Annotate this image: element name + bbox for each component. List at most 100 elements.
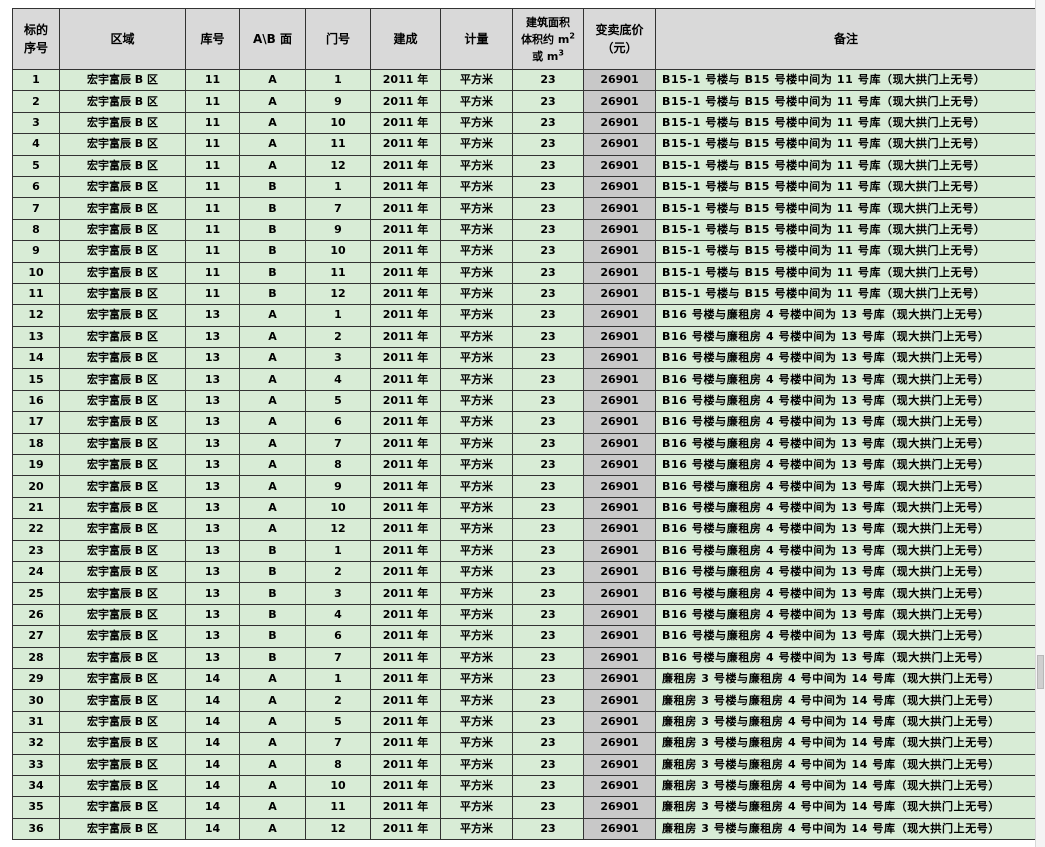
cell-price[interactable]: 26901 [583,753,656,776]
cell-size[interactable]: 23 [512,133,584,156]
cell-size[interactable]: 23 [512,475,584,498]
cell-built[interactable]: 2011 年 [370,732,441,755]
cell-price[interactable]: 26901 [583,774,656,798]
cell-side[interactable]: B [239,582,306,605]
cell-size[interactable]: 23 [512,68,584,92]
cell-unit[interactable]: 平方米 [440,774,513,798]
cell-door[interactable]: 11 [305,261,371,284]
cell-seq[interactable]: 13 [12,325,60,349]
cell-area[interactable]: 宏宇富辰 B 区 [59,560,186,584]
cell-price[interactable]: 26901 [583,689,656,712]
cell-door[interactable]: 3 [305,347,371,370]
cell-lot[interactable]: 13 [185,518,240,541]
header-lot[interactable]: 库号 [185,8,240,70]
cell-seq[interactable]: 29 [12,667,60,691]
cell-unit[interactable]: 平方米 [440,753,513,776]
cell-door[interactable]: 12 [305,282,371,306]
cell-note[interactable]: 廉租房 3 号楼与廉租房 4 号中间为 14 号库（现大拱门上无号） [655,667,1037,691]
cell-unit[interactable]: 平方米 [440,389,513,413]
cell-area[interactable]: 宏宇富辰 B 区 [59,454,186,477]
cell-unit[interactable]: 平方米 [440,240,513,263]
cell-size[interactable]: 23 [512,218,584,242]
cell-note[interactable]: B15-1 号楼与 B15 号楼中间为 11 号库（现大拱门上无号） [655,68,1037,92]
cell-area[interactable]: 宏宇富辰 B 区 [59,175,186,199]
cell-seq[interactable]: 33 [12,753,60,776]
cell-note[interactable]: 廉租房 3 号楼与廉租房 4 号中间为 14 号库（现大拱门上无号） [655,753,1037,776]
cell-built[interactable]: 2011 年 [370,689,441,712]
cell-unit[interactable]: 平方米 [440,518,513,541]
cell-unit[interactable]: 平方米 [440,282,513,306]
cell-built[interactable]: 2011 年 [370,411,441,434]
cell-side[interactable]: A [239,753,306,776]
cell-unit[interactable]: 平方米 [440,154,513,177]
cell-lot[interactable]: 14 [185,817,240,841]
cell-seq[interactable]: 21 [12,496,60,520]
cell-price[interactable]: 26901 [583,133,656,156]
cell-seq[interactable]: 30 [12,689,60,712]
vertical-scrollbar[interactable] [1035,0,1045,847]
cell-price[interactable]: 26901 [583,304,656,327]
cell-note[interactable]: B16 号楼与廉租房 4 号楼中间为 13 号库（现大拱门上无号） [655,347,1037,370]
cell-side[interactable]: A [239,817,306,841]
cell-lot[interactable]: 11 [185,197,240,220]
cell-built[interactable]: 2011 年 [370,582,441,605]
cell-note[interactable]: B16 号楼与廉租房 4 号楼中间为 13 号库（现大拱门上无号） [655,539,1037,562]
cell-door[interactable]: 9 [305,475,371,498]
cell-note[interactable]: B15-1 号楼与 B15 号楼中间为 11 号库（现大拱门上无号） [655,240,1037,263]
cell-lot[interactable]: 14 [185,667,240,691]
cell-size[interactable]: 23 [512,454,584,477]
cell-door[interactable]: 1 [305,539,371,562]
cell-size[interactable]: 23 [512,603,584,627]
cell-unit[interactable]: 平方米 [440,368,513,391]
cell-size[interactable]: 23 [512,240,584,263]
cell-size[interactable]: 23 [512,625,584,648]
header-built[interactable]: 建成 [370,8,441,70]
cell-door[interactable]: 7 [305,197,371,220]
cell-price[interactable]: 26901 [583,625,656,648]
cell-note[interactable]: 廉租房 3 号楼与廉租房 4 号中间为 14 号库（现大拱门上无号） [655,774,1037,798]
cell-price[interactable]: 26901 [583,667,656,691]
cell-lot[interactable]: 13 [185,625,240,648]
cell-area[interactable]: 宏宇富辰 B 区 [59,689,186,712]
cell-lot[interactable]: 14 [185,774,240,798]
cell-note[interactable]: B16 号楼与廉租房 4 号楼中间为 13 号库（现大拱门上无号） [655,432,1037,456]
cell-lot[interactable]: 13 [185,368,240,391]
cell-price[interactable]: 26901 [583,90,656,113]
cell-unit[interactable]: 平方米 [440,325,513,349]
cell-lot[interactable]: 13 [185,389,240,413]
cell-door[interactable]: 6 [305,411,371,434]
cell-lot[interactable]: 13 [185,646,240,669]
cell-area[interactable]: 宏宇富辰 B 区 [59,261,186,284]
cell-size[interactable]: 23 [512,411,584,434]
cell-size[interactable]: 23 [512,817,584,841]
cell-note[interactable]: B15-1 号楼与 B15 号楼中间为 11 号库（现大拱门上无号） [655,261,1037,284]
cell-size[interactable]: 23 [512,732,584,755]
cell-note[interactable]: B15-1 号楼与 B15 号楼中间为 11 号库（现大拱门上无号） [655,154,1037,177]
cell-side[interactable]: A [239,68,306,92]
cell-area[interactable]: 宏宇富辰 B 区 [59,603,186,627]
cell-door[interactable]: 10 [305,774,371,798]
cell-seq[interactable]: 2 [12,90,60,113]
cell-area[interactable]: 宏宇富辰 B 区 [59,432,186,456]
header-size[interactable]: 建筑面积 体积约 m2 或 m3 [512,8,584,70]
cell-lot[interactable]: 11 [185,240,240,263]
cell-door[interactable]: 1 [305,304,371,327]
cell-unit[interactable]: 平方米 [440,667,513,691]
cell-area[interactable]: 宏宇富辰 B 区 [59,710,186,734]
cell-seq[interactable]: 28 [12,646,60,669]
cell-seq[interactable]: 6 [12,175,60,199]
scrollbar-thumb[interactable] [1037,655,1044,689]
cell-side[interactable]: B [239,175,306,199]
cell-unit[interactable]: 平方米 [440,796,513,819]
cell-area[interactable]: 宏宇富辰 B 区 [59,411,186,434]
cell-area[interactable]: 宏宇富辰 B 区 [59,582,186,605]
cell-price[interactable]: 26901 [583,240,656,263]
cell-side[interactable]: B [239,197,306,220]
cell-unit[interactable]: 平方米 [440,560,513,584]
cell-seq[interactable]: 20 [12,475,60,498]
cell-area[interactable]: 宏宇富辰 B 区 [59,389,186,413]
cell-price[interactable]: 26901 [583,154,656,177]
cell-built[interactable]: 2011 年 [370,796,441,819]
cell-area[interactable]: 宏宇富辰 B 区 [59,518,186,541]
cell-side[interactable]: A [239,796,306,819]
